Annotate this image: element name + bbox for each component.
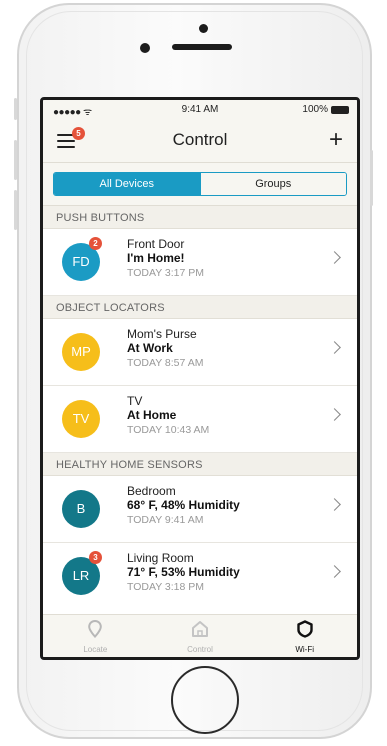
segment-groups[interactable]: Groups: [199, 173, 346, 195]
volume-down-button: [14, 190, 17, 230]
tab-bar: Locate Control Wi-Fi: [43, 614, 357, 657]
tab-locate[interactable]: Locate: [43, 615, 148, 657]
chevron-right-icon: [328, 251, 341, 264]
chevron-right-icon: [328, 341, 341, 354]
device-status: At Work: [127, 341, 173, 355]
device-timestamp: TODAY 8:57 AM: [127, 357, 204, 369]
battery-icon: [331, 105, 349, 114]
device-status: 68° F, 48% Humidity: [127, 498, 240, 512]
chevron-right-icon: [328, 565, 341, 578]
device-info: Front Door I'm Home! TODAY 3:17 PM: [127, 237, 204, 280]
device-row[interactable]: B Bedroom 68° F, 48% Humidity TODAY 9:41…: [43, 476, 357, 543]
location-pin-icon: [88, 620, 103, 638]
segment-control-bar: All Devices Groups: [43, 163, 357, 206]
proximity-sensor: [199, 24, 208, 33]
volume-up-button: [14, 140, 17, 180]
nav-bar: 5 Control +: [43, 118, 357, 163]
page-title: Control: [172, 130, 228, 149]
device-row[interactable]: FD 2 Front Door I'm Home! TODAY 3:17 PM: [43, 229, 357, 296]
device-timestamp: TODAY 3:18 PM: [127, 581, 205, 593]
section-header-object-locators: OBJECT LOCATORS: [43, 296, 357, 319]
earpiece-speaker: [172, 44, 232, 50]
device-timestamp: TODAY 10:43 AM: [127, 424, 210, 436]
status-bar: ●●●●● ᯤ 9:41 AM 100%: [43, 100, 357, 118]
device-timestamp: TODAY 9:41 AM: [127, 514, 204, 526]
device-name: Bedroom: [127, 484, 176, 498]
section-header-healthy-home-sensors: HEALTHY HOME SENSORS: [43, 453, 357, 476]
device-list: PUSH BUTTONS FD 2 Front Door I'm Home! T…: [43, 206, 357, 609]
tab-label: Wi-Fi: [295, 645, 314, 654]
chevron-right-icon: [328, 498, 341, 511]
device-name: Front Door: [127, 237, 185, 251]
notification-badge: 3: [89, 551, 102, 564]
notification-badge: 2: [89, 237, 102, 250]
device-info: Bedroom 68° F, 48% Humidity TODAY 9:41 A…: [127, 484, 240, 527]
device-row[interactable]: TV TV At Home TODAY 10:43 AM: [43, 386, 357, 453]
home-icon: [192, 621, 208, 637]
power-button: [370, 150, 373, 206]
device-timestamp: TODAY 3:17 PM: [127, 267, 205, 279]
tab-control[interactable]: Control: [148, 615, 253, 657]
tab-label: Control: [187, 645, 213, 654]
battery-indicator: 100%: [302, 104, 349, 115]
shield-icon: [296, 620, 313, 638]
device-row[interactable]: LR 3 Living Room 71° F, 53% Humidity TOD…: [43, 543, 357, 609]
avatar: MP: [62, 333, 100, 371]
tab-label: Locate: [83, 645, 108, 654]
app-screen: ●●●●● ᯤ 9:41 AM 100% 5 Control + All Dev…: [40, 97, 360, 660]
device-info: Living Room 71° F, 53% Humidity TODAY 3:…: [127, 551, 240, 594]
device-info: TV At Home TODAY 10:43 AM: [127, 394, 209, 437]
segment-all-devices[interactable]: All Devices: [54, 173, 200, 195]
avatar: TV: [62, 400, 100, 438]
battery-percent: 100%: [302, 104, 328, 115]
device-row[interactable]: MP Mom's Purse At Work TODAY 8:57 AM: [43, 319, 357, 386]
chevron-right-icon: [328, 408, 341, 421]
avatar: B: [62, 490, 100, 528]
front-camera: [140, 43, 150, 53]
home-button[interactable]: [171, 666, 239, 734]
mute-switch: [14, 98, 17, 120]
device-name: Mom's Purse: [127, 327, 197, 341]
device-name: Living Room: [127, 551, 194, 565]
device-status: I'm Home!: [127, 251, 185, 265]
device-info: Mom's Purse At Work TODAY 8:57 AM: [127, 327, 203, 370]
segmented-control: All Devices Groups: [53, 172, 347, 196]
section-header-push-buttons: PUSH BUTTONS: [43, 206, 357, 229]
tab-wifi[interactable]: Wi-Fi: [252, 615, 357, 657]
device-name: TV: [127, 394, 143, 408]
add-device-button[interactable]: +: [329, 126, 343, 154]
device-status: 71° F, 53% Humidity: [127, 565, 240, 579]
device-status: At Home: [127, 408, 177, 422]
